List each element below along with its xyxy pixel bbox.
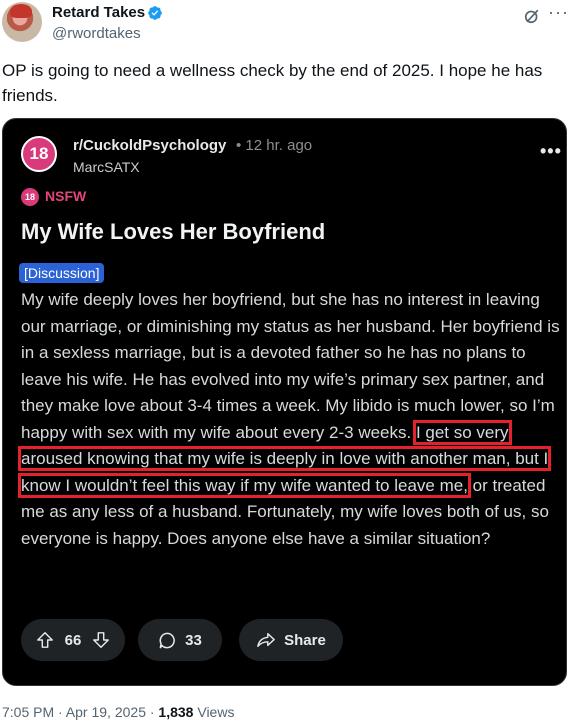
- subreddit-name: r/CuckoldPsychology: [73, 137, 227, 154]
- views-count: 1,838: [158, 704, 194, 720]
- upvote-icon: [37, 632, 54, 648]
- post-flair: [Discussion]: [19, 263, 105, 283]
- comment-count: 33: [185, 631, 202, 649]
- tweet-timestamp[interactable]: 7:05 PM · Apr 19, 2025 ·: [2, 704, 158, 720]
- avatar[interactable]: [2, 2, 42, 42]
- display-name[interactable]: Retard Takes: [52, 4, 145, 21]
- tweet-meta: 7:05 PM · Apr 19, 2025 · 1,838 Views: [2, 704, 234, 720]
- nsfw-icon: 18: [21, 188, 39, 206]
- share-icon: [257, 632, 275, 648]
- views-label: Views: [193, 704, 235, 720]
- post-username: MarcSATX: [73, 159, 140, 175]
- embedded-post-image[interactable]: 18 r/CuckoldPsychology • 12 hr. ago Marc…: [2, 118, 567, 686]
- tweet-header: Retard Takes @rwordtakes ···: [0, 0, 570, 52]
- subreddit-avatar: 18: [21, 136, 57, 172]
- share-pill: Share: [239, 619, 343, 661]
- post-more-icon: •••: [540, 141, 562, 161]
- post-title: My Wife Loves Her Boyfriend: [21, 219, 326, 244]
- post-body-text: My wife deeply loves her boyfriend, but …: [21, 290, 560, 442]
- handle[interactable]: @rwordtakes: [52, 25, 141, 42]
- more-options-icon[interactable]: ···: [548, 2, 569, 23]
- grok-icon[interactable]: [522, 6, 542, 26]
- nsfw-label: NSFW: [45, 188, 87, 204]
- verified-badge-icon: [148, 6, 162, 20]
- tweet-text: OP is going to need a wellness check by …: [2, 61, 543, 105]
- comment-pill: 33: [138, 619, 222, 661]
- share-label: Share: [284, 631, 326, 649]
- downvote-icon: [92, 632, 109, 648]
- vote-pill: 66: [21, 619, 125, 661]
- upvote-count: 66: [64, 631, 82, 649]
- post-time: • 12 hr. ago: [236, 137, 313, 154]
- post-body: My wife deeply loves her boyfriend, but …: [17, 287, 566, 552]
- comment-icon: [159, 632, 176, 648]
